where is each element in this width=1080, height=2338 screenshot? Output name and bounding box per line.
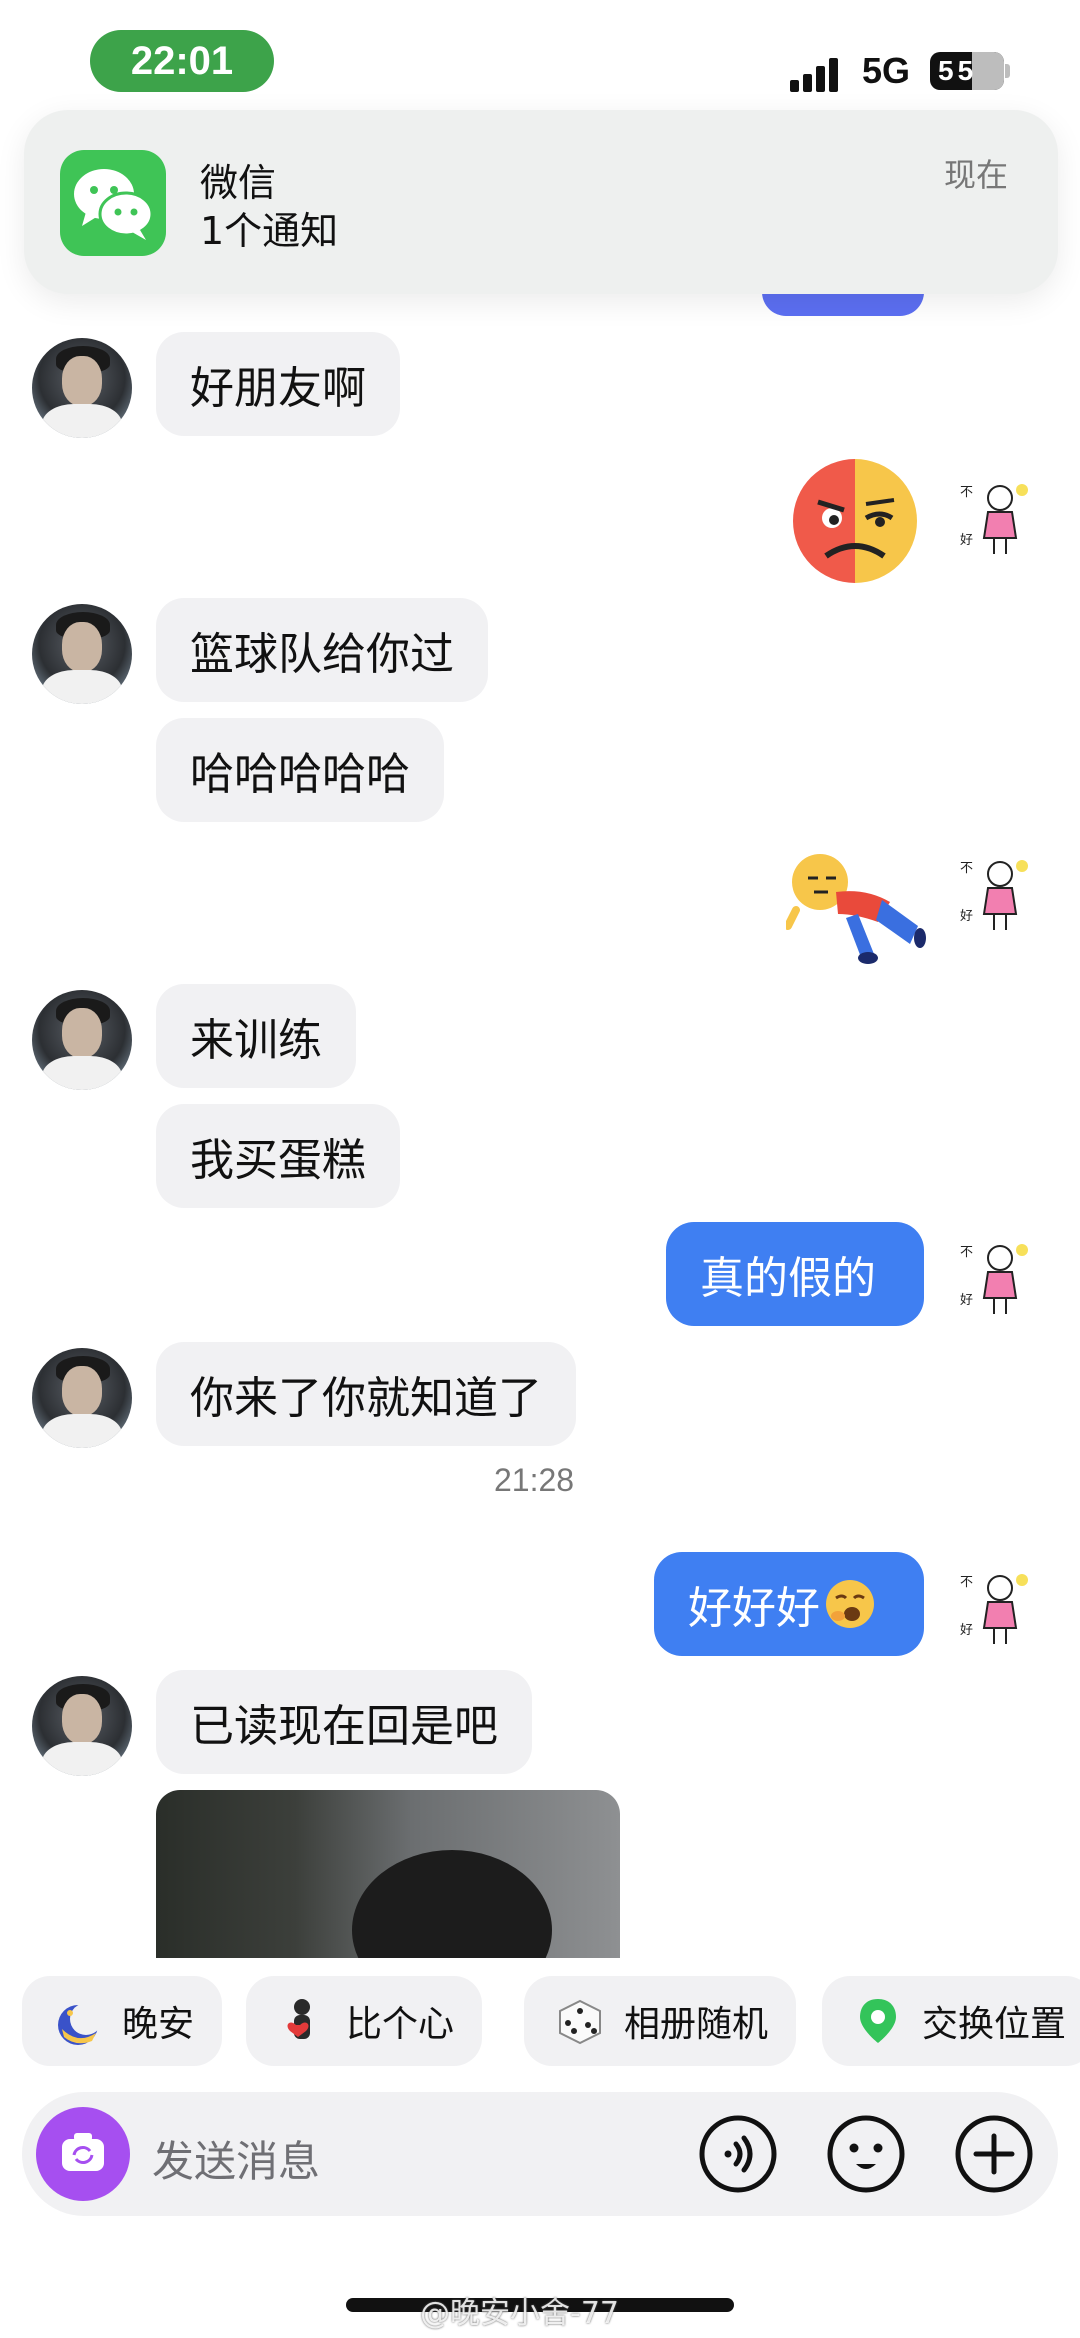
message-input-bar: 发送消息 [22,2092,1058,2216]
location-pin-icon [860,1999,896,2043]
incoming-message[interactable]: 来训练 [156,984,356,1088]
plus-icon[interactable] [954,2114,1034,2194]
svg-text:好: 好 [960,1623,973,1638]
quick-action-random-album[interactable]: 相册随机 [524,1976,797,2066]
svg-text:不: 不 [960,1245,973,1260]
self-avatar[interactable]: 不好 [950,466,1050,566]
svg-text:不: 不 [960,861,973,876]
network-type: 5G [862,50,911,91]
quick-action-swap-location[interactable]: 交换位置 [822,1976,1080,2066]
dice-icon [559,1999,601,2045]
self-avatar[interactable]: 不好 [950,842,1050,942]
contact-avatar[interactable] [32,338,132,438]
battery-level: 55 [938,55,978,86]
notification-banner[interactable]: 微信 1个通知 现在 [24,110,1058,294]
contact-avatar[interactable] [32,1676,132,1776]
incoming-message[interactable]: 篮球队给你过 [156,598,488,702]
incoming-message[interactable]: 你来了你就知道了 [156,1342,576,1446]
outgoing-message[interactable]: 好好好 [654,1552,924,1656]
quick-action-label: 相册随机 [624,2004,769,2045]
incoming-message[interactable]: 哈哈哈哈哈 [156,718,444,822]
yawning-emoji-icon [826,1580,874,1628]
incoming-message[interactable]: 已读现在回是吧 [156,1670,532,1774]
quick-action-heart[interactable]: 比个心 [246,1976,483,2066]
svg-text:不: 不 [960,485,973,500]
notification-app-name: 微信 [200,161,277,205]
moon-icon [58,2003,102,2045]
heart-figure-icon [287,1999,310,2039]
status-time: 22:01 [90,30,274,92]
svg-text:不: 不 [960,1575,973,1590]
voice-message-icon[interactable] [698,2114,778,2194]
incoming-image-message[interactable] [156,1790,620,1958]
lying-down-emoji-sticker[interactable] [784,848,926,964]
notification-message: 1个通知 [200,209,339,253]
message-timestamp: 21:28 [494,1462,575,1498]
battery-icon: 55 [930,52,1004,90]
message-input[interactable]: 发送消息 [152,2128,320,2189]
outgoing-message[interactable]: 真的假的 [666,1222,924,1326]
incoming-message[interactable]: 我买蛋糕 [156,1104,400,1208]
outgoing-message-text: 好好好 [688,1583,820,1634]
status-bar: 22:01 5G 55 [0,0,1080,110]
camera-button[interactable] [36,2107,130,2201]
contact-avatar[interactable] [32,604,132,704]
self-avatar[interactable]: 不好 [950,1556,1050,1656]
self-avatar[interactable]: 不好 [950,1226,1050,1326]
quick-action-good-night[interactable]: 晚安 [22,1976,223,2066]
contact-avatar[interactable] [32,990,132,1090]
incoming-message[interactable]: 好朋友啊 [156,332,400,436]
contact-avatar[interactable] [32,1348,132,1448]
quick-action-label: 比个心 [346,2004,455,2045]
quick-actions-row: 晚安 比个心 相册随机 交换位置 [0,1976,1080,2072]
wechat-app-icon [60,150,166,256]
notification-time: 现在 [943,156,1008,194]
battery-tip [1005,64,1010,78]
quick-action-label: 交换位置 [922,2004,1067,2045]
cellular-signal-icon [790,52,850,92]
angry-sad-emoji-sticker[interactable] [790,456,920,586]
quick-action-label: 晚安 [122,2004,195,2045]
watermark: @晚安小舍-77 [420,2296,619,2331]
svg-text:好: 好 [960,533,973,548]
camera-flip-icon [62,2133,104,2171]
svg-text:好: 好 [960,1293,973,1308]
svg-text:好: 好 [960,909,973,924]
emoji-face-icon[interactable] [826,2114,906,2194]
